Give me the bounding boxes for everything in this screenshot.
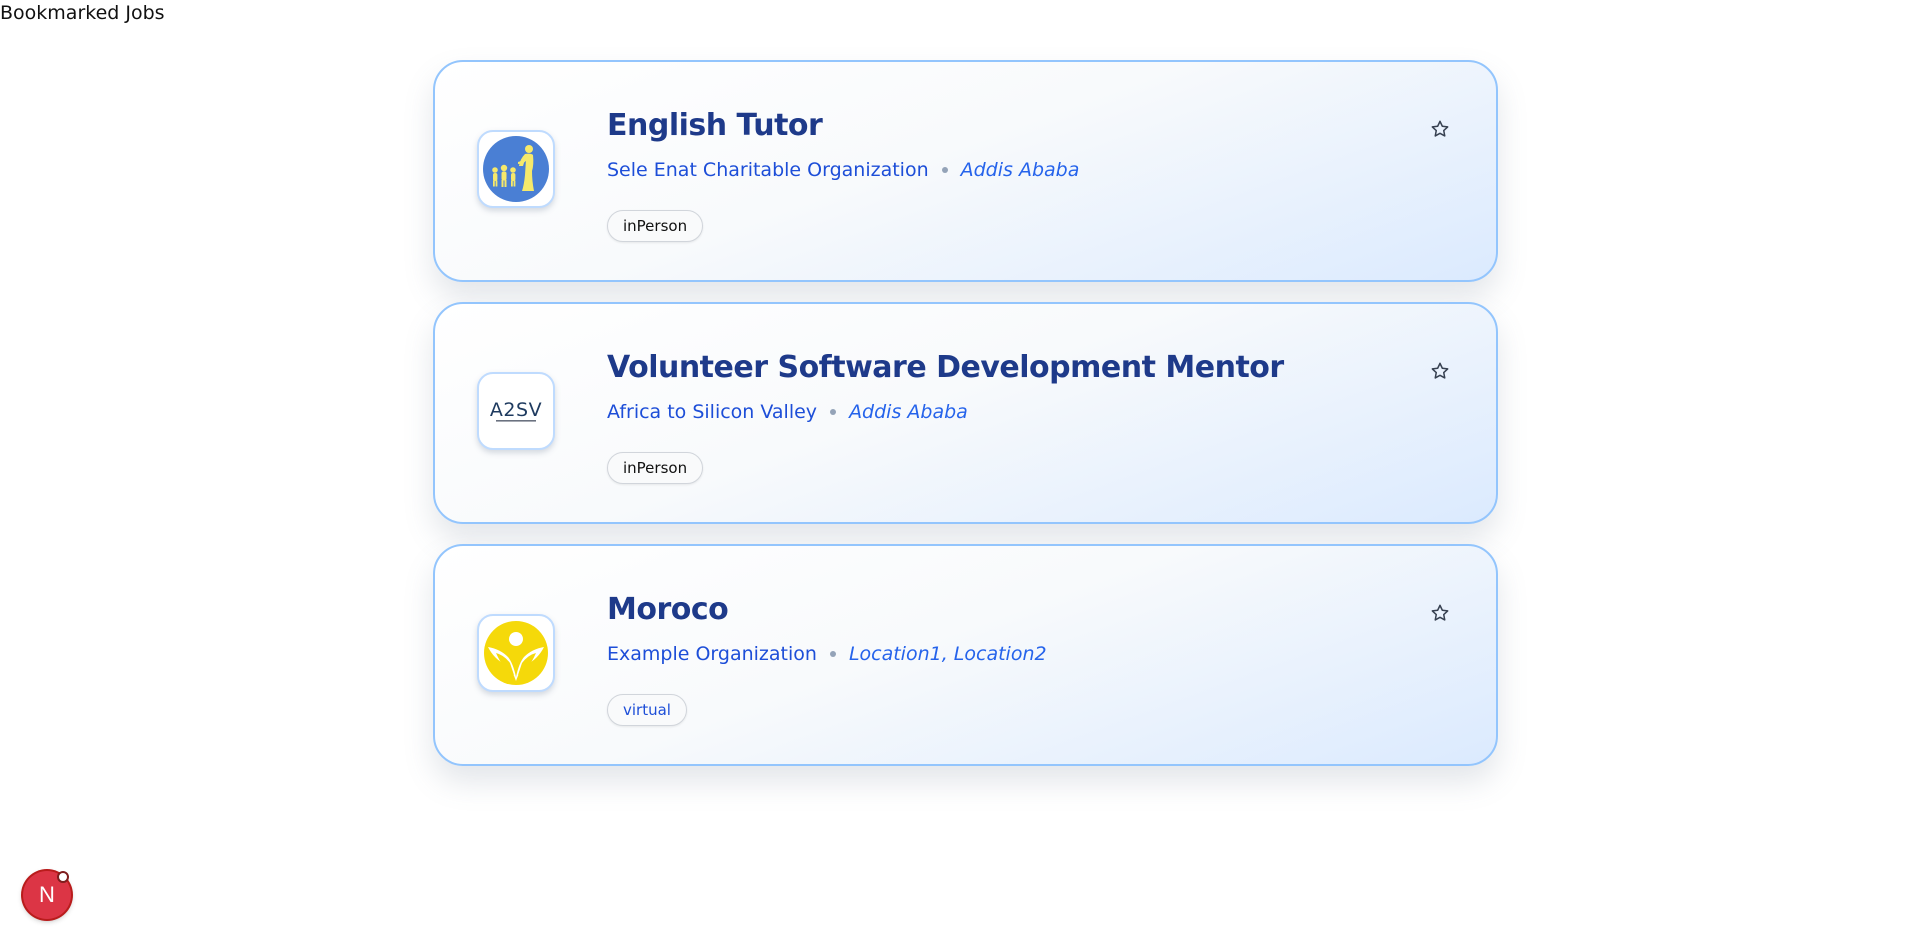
job-card[interactable]: A2SV Volunteer Software Development Ment…	[433, 302, 1498, 524]
work-mode-tag: inPerson	[607, 452, 704, 484]
nextjs-dev-indicator-icon[interactable]: N	[23, 871, 71, 919]
a2sv-logo-text: A2SV	[490, 399, 542, 421]
job-title[interactable]: Moroco	[607, 592, 729, 627]
job-card[interactable]: Moroco Example Organization Location1, L…	[433, 544, 1498, 766]
star-outline-icon	[1431, 604, 1449, 621]
separator-dot	[829, 651, 836, 657]
work-mode-tag: inPerson	[607, 210, 704, 242]
bookmark-button[interactable]	[1427, 116, 1453, 142]
job-card[interactable]: English Tutor Sele Enat Charitable Organ…	[433, 60, 1498, 282]
job-location: Location1, Location2	[848, 643, 1047, 665]
job-meta: Africa to Silicon Valley Addis Ababa	[607, 401, 968, 423]
job-location: Addis Ababa	[849, 401, 968, 423]
star-outline-icon	[1431, 362, 1449, 379]
bookmark-button[interactable]	[1427, 358, 1453, 384]
company-logo	[477, 614, 555, 692]
organization-name: Sele Enat Charitable Organization	[607, 159, 929, 181]
organization-name: Example Organization	[607, 643, 817, 665]
company-logo: A2SV	[477, 372, 555, 450]
bookmark-button[interactable]	[1427, 600, 1453, 626]
separator-dot	[941, 167, 948, 173]
job-meta: Sele Enat Charitable Organization Addis …	[607, 159, 1079, 181]
star-outline-icon	[1431, 120, 1449, 137]
company-logo	[477, 130, 555, 208]
organization-name: Africa to Silicon Valley	[607, 401, 818, 423]
children-with-adult-logo-icon	[483, 136, 549, 202]
dev-indicator-letter: N	[39, 882, 55, 907]
job-title[interactable]: English Tutor	[607, 108, 823, 143]
work-mode-tag: virtual	[607, 694, 687, 726]
dev-indicator-badge	[57, 871, 69, 883]
a2sv-logo-icon: A2SV	[490, 399, 542, 422]
job-meta: Example Organization Location1, Location…	[607, 643, 1047, 665]
job-location: Addis Ababa	[960, 159, 1080, 181]
job-title[interactable]: Volunteer Software Development Mentor	[607, 350, 1284, 385]
yellow-figure-logo-icon	[484, 621, 548, 685]
separator-dot	[830, 409, 837, 415]
bookmarked-job-list: English Tutor Sele Enat Charitable Organ…	[433, 60, 1498, 786]
page-title: Bookmarked Jobs	[0, 2, 165, 24]
